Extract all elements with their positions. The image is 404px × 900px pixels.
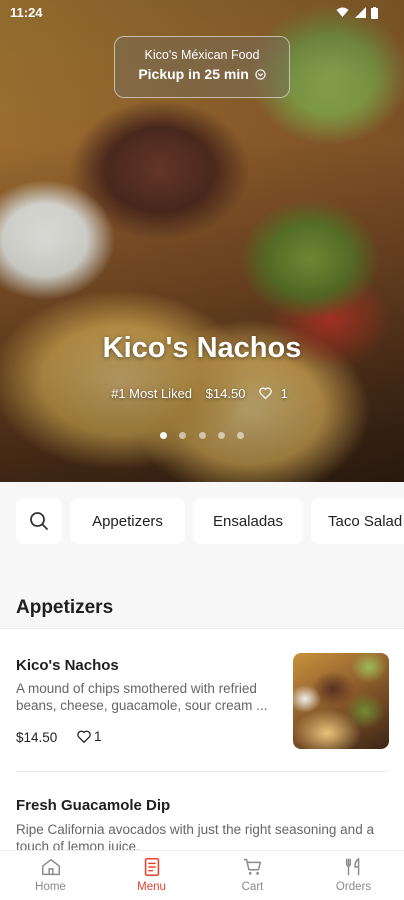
chevron-down-circle-icon [255, 69, 266, 80]
nav-tab-orders[interactable]: Orders [303, 851, 404, 900]
menu-item-image [293, 653, 389, 749]
featured-likes: 1 [259, 386, 293, 401]
carousel-dot[interactable] [179, 432, 187, 439]
section-header: Appetizers [0, 578, 404, 628]
featured-hero[interactable]: 11:24 Kico's Méxican Food Pickup in 25 m… [0, 0, 404, 482]
home-icon [41, 858, 60, 876]
cart-icon [243, 858, 261, 875]
heart-icon [77, 730, 91, 743]
search-icon [30, 512, 48, 530]
carousel-indicator[interactable] [0, 426, 404, 444]
pickup-label: Pickup in 25 min [138, 66, 249, 82]
nav-tab-home[interactable]: Home [0, 851, 101, 900]
menu-list: Kico's Nachos A mound of chips smothered… [0, 628, 404, 850]
nav-label: Orders [335, 881, 372, 893]
carousel-dot[interactable] [237, 432, 245, 439]
section-title: Appetizers [16, 597, 114, 618]
menu-item[interactable]: Fresh Guacamole Dip Ripe California avoc… [0, 771, 404, 850]
store-name: Kico's Méxican Food [144, 48, 260, 62]
category-chip-taco-salad[interactable]: Taco Salad [311, 498, 404, 544]
search-button[interactable] [16, 498, 62, 544]
carousel-dot[interactable] [217, 432, 225, 439]
menu-item-description: A mound of chips smothered with refried … [16, 681, 268, 713]
menu-item-name: Fresh Guacamole Dip [16, 797, 171, 814]
nav-label: Menu [137, 881, 166, 893]
menu-item-likes-count: 1 [94, 729, 102, 744]
menu-item-description: Ripe California avocados with just the r… [16, 822, 374, 850]
bottom-nav: Home Menu Cart Orders [0, 850, 404, 900]
nav-tab-cart[interactable]: Cart [202, 851, 303, 900]
battery-icon [371, 6, 378, 19]
menu-item-likes: 1 [77, 729, 102, 744]
nav-label: Home [35, 881, 66, 893]
carousel-dot[interactable] [159, 432, 167, 439]
featured-likes-count: 1 [280, 386, 288, 401]
carousel-dot[interactable] [198, 432, 206, 439]
heart-icon [259, 387, 272, 400]
category-chip-ensaladas[interactable]: Ensaladas [193, 498, 303, 544]
featured-badge: #1 Most Liked [111, 386, 193, 401]
utensils-icon [345, 858, 359, 876]
store-pickup-badge[interactable]: Kico's Méxican Food Pickup in 25 min [114, 36, 290, 98]
menu-book-icon [144, 857, 159, 877]
signal-icon [354, 7, 366, 19]
wifi-icon [336, 7, 349, 18]
featured-price: $14.50 [205, 386, 246, 401]
menu-item-price: $14.50 [16, 730, 58, 745]
featured-title: Kico's Nachos [102, 332, 302, 364]
featured-meta: #1 Most Liked $14.50 1 [0, 386, 404, 401]
nav-label: Cart [241, 881, 264, 893]
status-bar: 11:24 [0, 0, 404, 26]
pickup-time: Pickup in 25 min [115, 66, 289, 82]
status-time: 11:24 [10, 5, 43, 20]
status-icons [336, 5, 378, 19]
menu-item[interactable]: Kico's Nachos A mound of chips smothered… [0, 629, 404, 771]
category-bar: Appetizers Ensaladas Taco Salad [0, 482, 404, 562]
nav-tab-menu[interactable]: Menu [101, 851, 202, 900]
menu-item-name: Kico's Nachos [16, 657, 119, 674]
category-chip-appetizers[interactable]: Appetizers [70, 498, 185, 544]
